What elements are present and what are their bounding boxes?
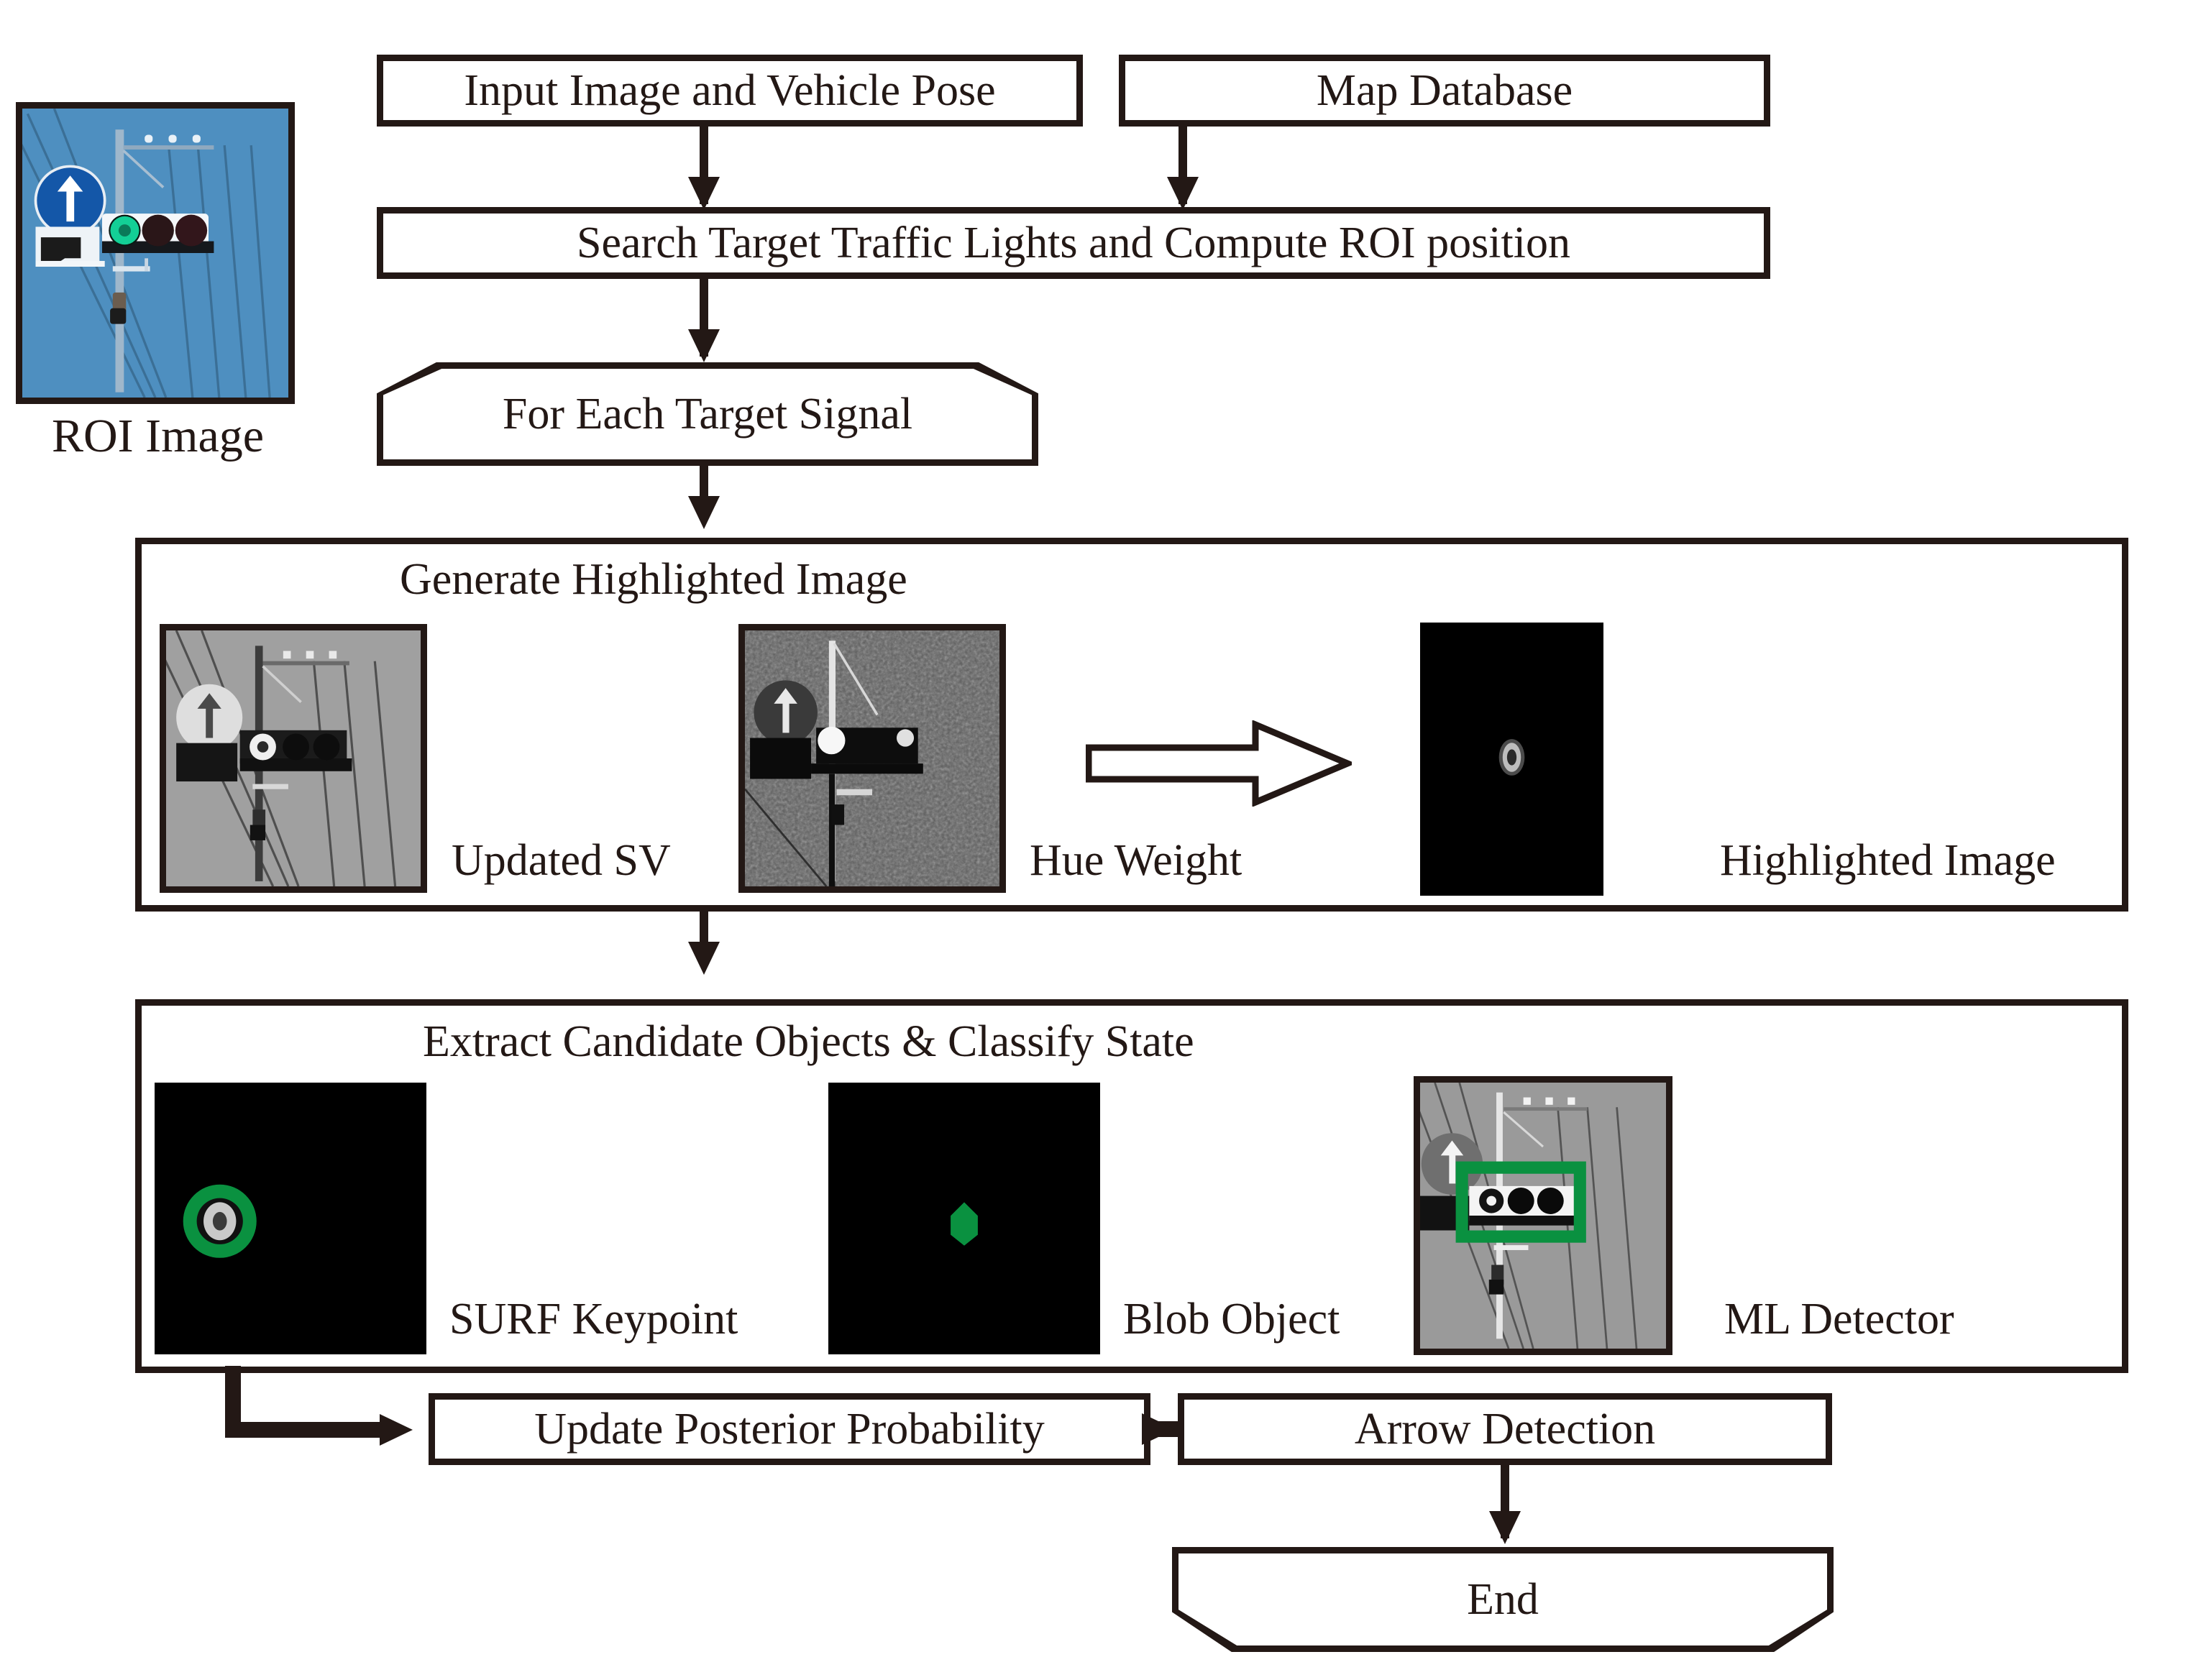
blob-object-thumbnail — [828, 1083, 1100, 1354]
roi-image-caption: ROI Image — [52, 410, 265, 462]
surf-keypoint-thumbnail — [155, 1083, 426, 1354]
feedback-elbow-arrowhead — [380, 1414, 413, 1446]
node-label: End — [1467, 1575, 1539, 1624]
feedback-elbow-horizontal — [225, 1422, 382, 1438]
node-label: For Each Target Signal — [502, 390, 913, 439]
arrow-mapdb-to-search-head — [1167, 177, 1199, 210]
ml-detector-thumbnail — [1414, 1076, 1672, 1355]
node-arrow-detection[interactable]: Arrow Detection — [1178, 1393, 1832, 1465]
updated-sv-caption: Updated SV — [452, 836, 671, 885]
node-label: Update Posterior Probability — [534, 1405, 1045, 1454]
node-search-target-traffic-lights[interactable]: Search Target Traffic Lights and Compute… — [377, 207, 1770, 279]
node-update-posterior-probability[interactable]: Update Posterior Probability — [429, 1393, 1150, 1465]
arrow-arrowdetect-to-end-head — [1489, 1511, 1521, 1544]
node-label: Map Database — [1316, 66, 1573, 115]
blob-object-caption: Blob Object — [1123, 1295, 1340, 1344]
updated-sv-thumbnail — [160, 624, 427, 893]
group-extract-candidate-objects-title: Extract Candidate Objects & Classify Sta… — [423, 1017, 1194, 1066]
feedback-elbow-vertical — [225, 1366, 241, 1426]
hollow-arrow-icon — [1085, 720, 1356, 807]
node-for-each-target-signal[interactable]: For Each Target Signal — [377, 362, 1038, 466]
node-label: Input Image and Vehicle Pose — [464, 66, 996, 115]
arrow-search-to-foreach-head — [688, 329, 720, 362]
node-end[interactable]: End — [1172, 1547, 1834, 1652]
hue-weight-caption: Hue Weight — [1030, 836, 1242, 885]
node-input-image-vehicle-pose[interactable]: Input Image and Vehicle Pose — [377, 55, 1083, 127]
ml-detector-caption: ML Detector — [1724, 1295, 1954, 1344]
arrow-foreach-to-generate-head — [688, 496, 720, 529]
arrow-input-to-search-head — [688, 177, 720, 210]
highlighted-image-caption: Highlighted Image — [1720, 836, 2056, 885]
node-label: Arrow Detection — [1354, 1405, 1656, 1454]
highlighted-image-thumbnail — [1420, 623, 1603, 896]
surf-keypoint-caption: SURF Keypoint — [449, 1295, 738, 1344]
roi-image-thumbnail — [16, 102, 295, 404]
group-generate-highlighted-image-title: Generate Highlighted Image — [400, 555, 907, 604]
flowchart-canvas: ROI Image Input Image and Vehicle Pose M… — [0, 0, 2206, 1680]
arrow-generate-to-extract-head — [688, 942, 720, 975]
arrow-update-to-arrowdetect-head — [1142, 1413, 1175, 1445]
node-map-database[interactable]: Map Database — [1119, 55, 1770, 127]
node-label: Search Target Traffic Lights and Compute… — [577, 219, 1570, 267]
hue-weight-thumbnail — [738, 624, 1006, 893]
